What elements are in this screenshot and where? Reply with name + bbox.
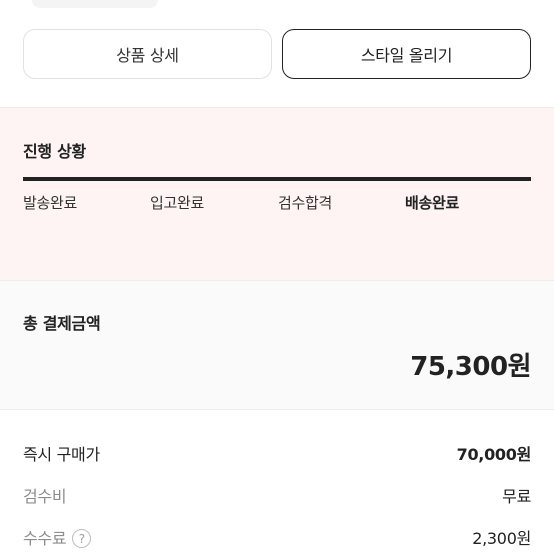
upload-style-button[interactable]: 스타일 올리기	[282, 29, 531, 79]
inspection-fee-label: 검수비	[23, 487, 67, 506]
inspection-fee-value: 무료	[502, 487, 531, 506]
instant-price-label: 즉시 구매가	[23, 445, 100, 464]
step-inspection-passed: 검수합격	[278, 194, 333, 212]
commission-value: 2,300원	[472, 529, 531, 548]
step-shipped: 발송완료	[23, 194, 78, 212]
progress-bar	[23, 177, 531, 181]
order-detail-page: 상품 상세 스타일 올리기 진행 상황 발송완료 입고완료 검수합격 배송완료 …	[0, 0, 554, 554]
top-chip	[32, 0, 158, 8]
progress-section	[0, 108, 554, 280]
progress-title: 진행 상황	[23, 142, 86, 161]
step-received: 입고완료	[150, 194, 205, 212]
total-payment-label: 총 결제금액	[23, 314, 101, 333]
help-icon[interactable]: ?	[72, 529, 92, 548]
step-delivered: 배송완료	[405, 194, 460, 212]
instant-price-value: 70,000원	[456, 445, 532, 464]
total-payment-amount: 75,300원	[410, 352, 531, 382]
commission-label-row: 수수료?	[23, 525, 92, 549]
commission-label: 수수료	[23, 529, 67, 548]
payment-section	[0, 280, 554, 410]
product-detail-button[interactable]: 상품 상세	[23, 29, 272, 79]
